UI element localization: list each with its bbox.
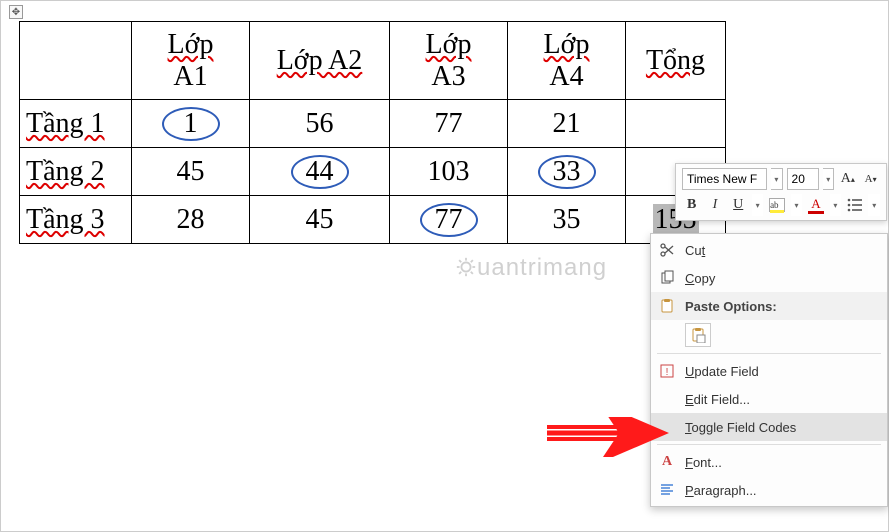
header-text: Lớp: [168, 29, 214, 60]
menu-item-copy[interactable]: Copy: [651, 264, 887, 292]
word-table[interactable]: Lớp A1 Lớp A2 Lớp A3 Lớp A4 Tổng: [19, 21, 726, 244]
bullets-icon: [847, 198, 863, 212]
chevron-down-icon[interactable]: ▾: [830, 194, 842, 216]
menu-separator: [657, 444, 881, 445]
menu-label: Toggle Field Codes: [685, 420, 879, 435]
cell[interactable]: [626, 100, 726, 148]
cell[interactable]: 44: [250, 148, 390, 196]
font-color-button[interactable]: A: [806, 195, 825, 215]
watermark-gear-icon: [455, 256, 477, 278]
cell[interactable]: 77: [390, 196, 508, 244]
paste-options-row: [651, 320, 887, 350]
header-col-total: Tổng: [626, 22, 726, 100]
cell[interactable]: 56: [250, 100, 390, 148]
mini-toolbar: Times New F ▾ 20 ▾ A▴ A▾ B I U ▾ ab ▾ A …: [675, 163, 887, 221]
bullets-button[interactable]: [845, 195, 864, 215]
menu-item-toggle-field-codes[interactable]: Toggle Field Codes: [651, 413, 887, 441]
menu-label: Paragraph...: [685, 483, 871, 498]
menu-item-edit-field[interactable]: Edit Field...: [651, 385, 887, 413]
cell[interactable]: 33: [508, 148, 626, 196]
clipboard-icon: [690, 327, 706, 343]
underline-button[interactable]: U: [729, 195, 748, 215]
update-field-icon: !: [657, 361, 677, 381]
grow-font-button[interactable]: A▴: [838, 169, 857, 189]
cell[interactable]: 35: [508, 196, 626, 244]
table-move-handle-icon[interactable]: ✥: [9, 5, 23, 19]
chevron-down-icon[interactable]: ▾: [752, 194, 764, 216]
menu-item-cut[interactable]: Cut: [651, 236, 887, 264]
font-name-combo[interactable]: Times New F: [682, 168, 767, 190]
header-text: Tổng: [646, 45, 705, 76]
table-header-row: Lớp A1 Lớp A2 Lớp A3 Lớp A4 Tổng: [20, 22, 726, 100]
header-text: Lớp A2: [277, 45, 363, 76]
scissors-icon: [657, 240, 677, 260]
header-text: A4: [549, 61, 583, 92]
blank-icon: [657, 389, 677, 409]
watermark: uantrimang: [455, 253, 607, 282]
menu-label: Edit Field...: [685, 392, 879, 407]
cell[interactable]: 77: [390, 100, 508, 148]
font-icon: A: [657, 452, 677, 472]
menu-label: Update Field: [685, 364, 879, 379]
italic-button[interactable]: I: [705, 195, 724, 215]
chevron-down-icon[interactable]: ▾: [823, 168, 834, 190]
bold-button[interactable]: B: [682, 195, 701, 215]
chevron-down-icon[interactable]: ▾: [791, 194, 803, 216]
paste-keep-formatting-button[interactable]: [685, 323, 711, 347]
clipboard-icon: [657, 296, 677, 316]
copy-icon: [657, 268, 677, 288]
cell[interactable]: 45: [250, 196, 390, 244]
row-label: Tầng 1: [20, 100, 132, 148]
chevron-down-icon[interactable]: ▾: [868, 194, 880, 216]
table-row: Tầng 2 45 44 103 33: [20, 148, 726, 196]
header-col-a1: Lớp A1: [132, 22, 250, 100]
menu-separator: [657, 353, 881, 354]
menu-label: Paste Options:: [685, 299, 879, 314]
header-blank: [20, 22, 132, 100]
cell[interactable]: 21: [508, 100, 626, 148]
header-text: A3: [431, 61, 465, 92]
paragraph-icon: [657, 480, 677, 500]
header-col-a4: Lớp A4: [508, 22, 626, 100]
menu-label: Font...: [685, 455, 879, 470]
menu-item-font[interactable]: A Font...: [651, 448, 887, 476]
cell[interactable]: 45: [132, 148, 250, 196]
svg-text:!: !: [666, 367, 669, 378]
chevron-down-icon[interactable]: ▾: [771, 168, 782, 190]
menu-label: Copy: [685, 271, 879, 286]
menu-item-update-field[interactable]: ! Update Field: [651, 357, 887, 385]
header-text: Lớp: [544, 29, 590, 60]
shrink-font-button[interactable]: A▾: [861, 169, 880, 189]
header-text: Lớp: [426, 29, 472, 60]
blank-icon: [657, 417, 677, 437]
menu-header-paste-options: Paste Options:: [651, 292, 887, 320]
row-label: Tầng 2: [20, 148, 132, 196]
menu-label: Cut: [685, 243, 879, 258]
highlight-button[interactable]: ab: [767, 195, 786, 215]
header-col-a3: Lớp A3: [390, 22, 508, 100]
header-col-a2: Lớp A2: [250, 22, 390, 100]
cell[interactable]: 1: [132, 100, 250, 148]
cell[interactable]: 28: [132, 196, 250, 244]
font-size-combo[interactable]: 20: [787, 168, 820, 190]
table-row: Tầng 1 1 56 77 21: [20, 100, 726, 148]
header-text: A1: [173, 61, 207, 92]
row-label: Tầng 3: [20, 196, 132, 244]
context-menu: Cut Copy Paste Options: ! Update Field: [650, 233, 888, 507]
menu-item-paragraph[interactable]: Paragraph...: [651, 476, 887, 504]
table-row: Tầng 3 28 45 77 35 155: [20, 196, 726, 244]
cell[interactable]: 103: [390, 148, 508, 196]
